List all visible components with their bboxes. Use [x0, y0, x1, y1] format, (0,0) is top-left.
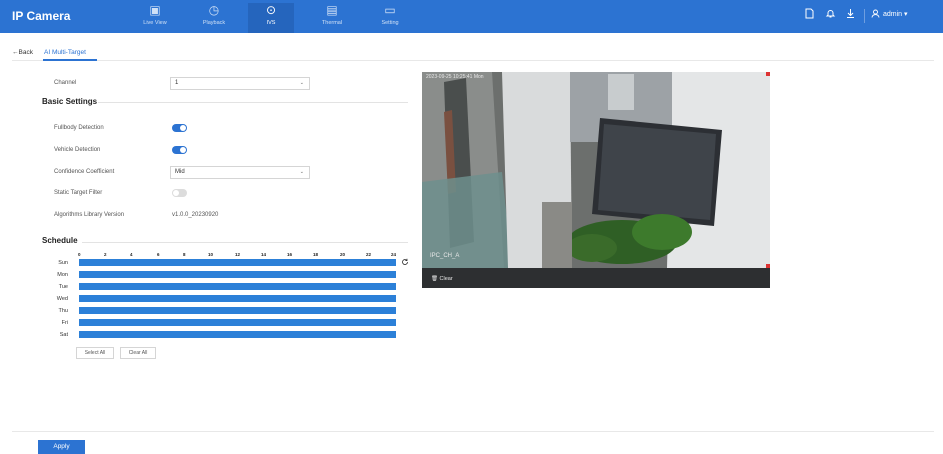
- tick-label: 6: [157, 252, 160, 257]
- day-label: Thu: [58, 308, 68, 314]
- nav-playback[interactable]: ◷ Playback: [191, 3, 237, 33]
- day-label: Mon: [57, 272, 68, 278]
- nav-live-view[interactable]: ▣ Live View: [132, 3, 178, 33]
- video-channel-osd: IPC_CH_A: [430, 253, 460, 259]
- tick-label: 12: [235, 252, 241, 257]
- nav-label: Setting: [381, 20, 399, 26]
- algo-version-label: Algorithms Library Version: [54, 212, 125, 218]
- nav-setting[interactable]: ▭ Setting: [367, 3, 413, 33]
- tick-label: 24: [391, 252, 397, 257]
- confidence-select[interactable]: Mid ⌄: [170, 166, 310, 179]
- algo-version-value: v1.0.0_20230920: [172, 212, 219, 218]
- tick-label: 16: [287, 252, 293, 257]
- tick-label: 22: [366, 252, 372, 257]
- thermal-icon: ▤: [326, 3, 338, 17]
- channel-label: Channel: [54, 80, 77, 86]
- chevron-down-icon: ⌄: [299, 169, 304, 175]
- document-icon[interactable]: [804, 8, 815, 22]
- tick-label: 4: [130, 252, 133, 257]
- tick-label: 18: [313, 252, 319, 257]
- schedule-title: Schedule: [42, 236, 78, 245]
- user-icon: [871, 9, 880, 21]
- setting-icon: ▭: [384, 3, 396, 17]
- download-icon[interactable]: [845, 8, 856, 22]
- basic-settings-title: Basic Settings: [42, 97, 98, 106]
- nav-label: Live View: [143, 20, 167, 26]
- footer-divider: [12, 431, 934, 432]
- channel-value: 1: [175, 80, 179, 86]
- day-label: Sun: [58, 260, 68, 266]
- tick-label: 2: [104, 252, 107, 257]
- video-toolbar: [422, 268, 770, 288]
- camera-scene-image: [422, 72, 770, 268]
- fullbody-label: Fullbody Detection: [54, 125, 104, 131]
- bell-icon[interactable]: [825, 8, 836, 22]
- clear-all-button[interactable]: Clear All: [120, 347, 156, 359]
- vehicle-label: Vehicle Detection: [54, 147, 101, 153]
- brand-title: IP Camera: [12, 9, 71, 23]
- apply-button[interactable]: Apply: [38, 440, 85, 454]
- schedule-bar-wed[interactable]: [79, 295, 396, 302]
- static-filter-label: Static Target Filter: [54, 190, 103, 196]
- tab-ai-multi-target[interactable]: AI Multi-Target: [44, 49, 86, 56]
- schedule-bar-thu[interactable]: [79, 307, 396, 314]
- trash-icon: 🗑: [431, 276, 438, 282]
- nav-thermal[interactable]: ▤ Thermal: [309, 3, 355, 33]
- tab-divider: [12, 60, 934, 61]
- schedule-bar-sat[interactable]: [79, 331, 396, 338]
- tick-label: 20: [340, 252, 346, 257]
- confidence-label: Confidence Coefficient: [54, 169, 115, 175]
- channel-select[interactable]: 1 ⌄: [170, 77, 310, 90]
- tab-active-indicator: [43, 59, 97, 61]
- ivs-icon: ⊙: [265, 3, 277, 17]
- clear-label: Clear: [439, 276, 453, 282]
- nav-label: IVS: [266, 20, 276, 26]
- day-label: Tue: [58, 284, 68, 290]
- vehicle-toggle[interactable]: [172, 146, 187, 154]
- chevron-down-icon: ⌄: [299, 80, 304, 86]
- nav-label: Thermal: [321, 20, 343, 26]
- tick-label: 8: [183, 252, 186, 257]
- nav-label: Playback: [202, 20, 226, 26]
- section-divider: [82, 242, 408, 243]
- tick-label: 0: [78, 252, 81, 257]
- user-menu[interactable]: admin ▾: [883, 10, 908, 18]
- video-preview[interactable]: 2023-09-25 10:25:41 Mon IPC_CH_A: [422, 72, 770, 268]
- monitor-icon: ▣: [149, 3, 161, 17]
- day-label: Wed: [56, 296, 68, 302]
- playback-icon: ◷: [208, 3, 220, 17]
- static-filter-toggle[interactable]: [172, 189, 187, 197]
- day-label: Sat: [59, 332, 68, 338]
- select-all-button[interactable]: Select All: [76, 347, 114, 359]
- schedule-bar-fri[interactable]: [79, 319, 396, 326]
- tick-label: 14: [261, 252, 267, 257]
- tick-label: 10: [208, 252, 214, 257]
- top-bar: IP Camera ▣ Live View ◷ Playback ⊙ IVS ▤…: [0, 0, 943, 33]
- back-link[interactable]: ←Back: [12, 49, 33, 56]
- section-divider: [98, 102, 408, 103]
- confidence-value: Mid: [175, 169, 185, 175]
- day-label: Fri: [61, 320, 68, 326]
- clear-button[interactable]: 🗑 Clear: [431, 276, 453, 282]
- header-divider: [864, 9, 865, 23]
- schedule-bar-tue[interactable]: [79, 283, 396, 290]
- nav-ivs[interactable]: ⊙ IVS: [248, 3, 294, 33]
- reset-icon[interactable]: [401, 258, 409, 268]
- schedule-bar-mon[interactable]: [79, 271, 396, 278]
- video-timestamp: 2023-09-25 10:25:41 Mon: [426, 74, 484, 80]
- fullbody-toggle[interactable]: [172, 124, 187, 132]
- schedule-bar-sun[interactable]: [79, 259, 396, 266]
